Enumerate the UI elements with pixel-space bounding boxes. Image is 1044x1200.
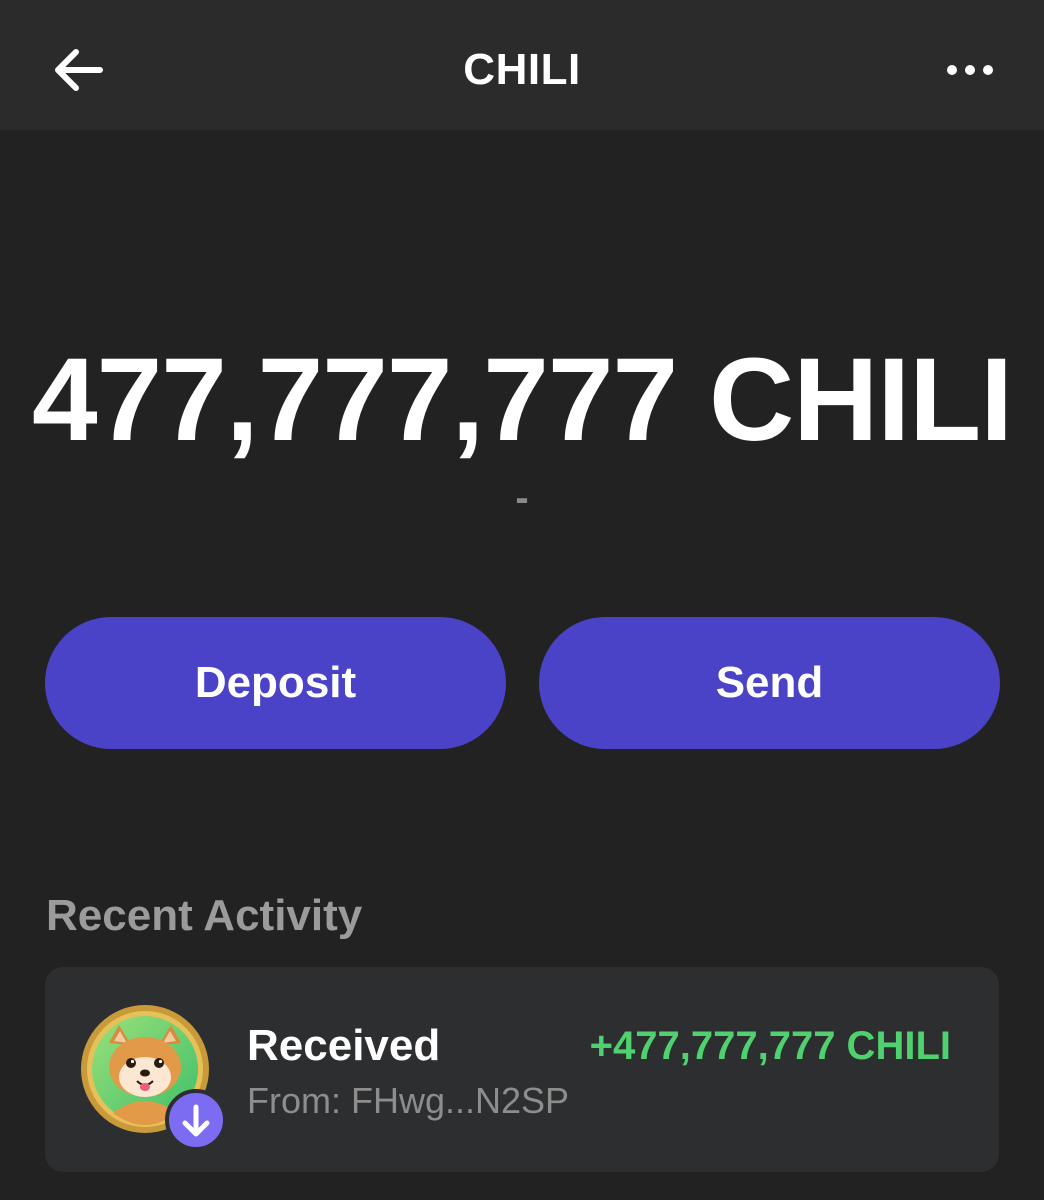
page-title: CHILI: [463, 45, 581, 94]
arrow-down-icon: [182, 1104, 210, 1137]
activity-type: Received: [247, 1021, 441, 1070]
fiat-value: -: [515, 476, 529, 520]
recent-activity-heading: Recent Activity: [46, 891, 363, 940]
more-horizontal-icon: [947, 65, 993, 75]
top-bar: CHILI: [0, 0, 1044, 130]
more-options-button[interactable]: [946, 52, 994, 88]
activity-amount: +477,777,777 CHILI: [589, 1024, 951, 1068]
activity-sender: From: FHwg...N2SP: [247, 1080, 570, 1121]
send-button[interactable]: Send: [539, 617, 1000, 749]
activity-item[interactable]: Received From: FHwg...N2SP +477,777,777 …: [45, 967, 999, 1172]
deposit-button[interactable]: Deposit: [45, 617, 506, 749]
token-balance: 477,777,777 CHILI: [31, 334, 1013, 466]
received-badge: [165, 1089, 227, 1151]
